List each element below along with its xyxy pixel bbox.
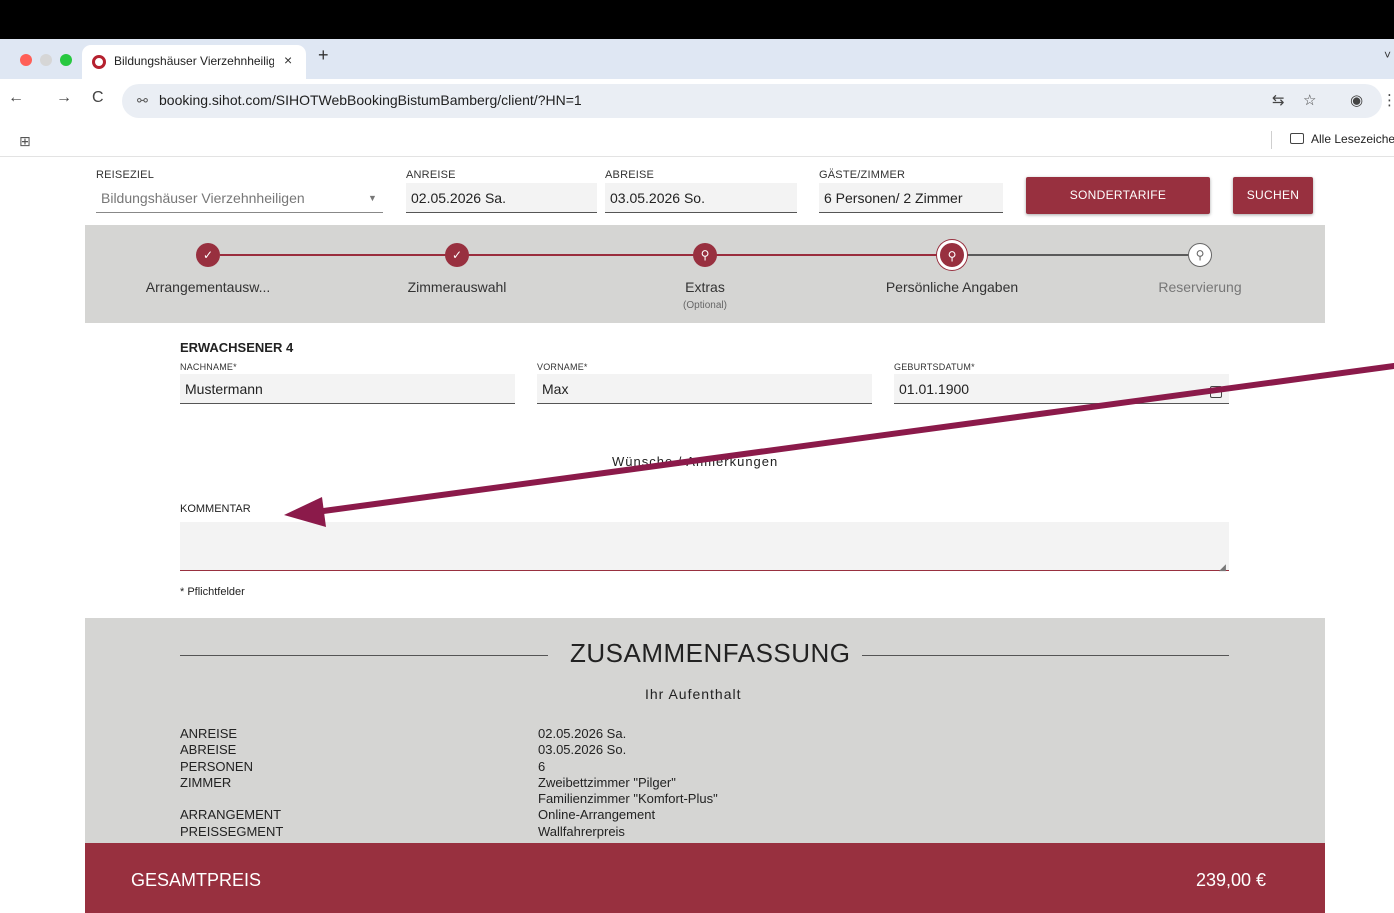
annotation-arrow-shaft <box>313 363 1394 515</box>
annotation-arrow <box>284 363 1394 527</box>
annotation-arrow-head <box>284 497 326 527</box>
